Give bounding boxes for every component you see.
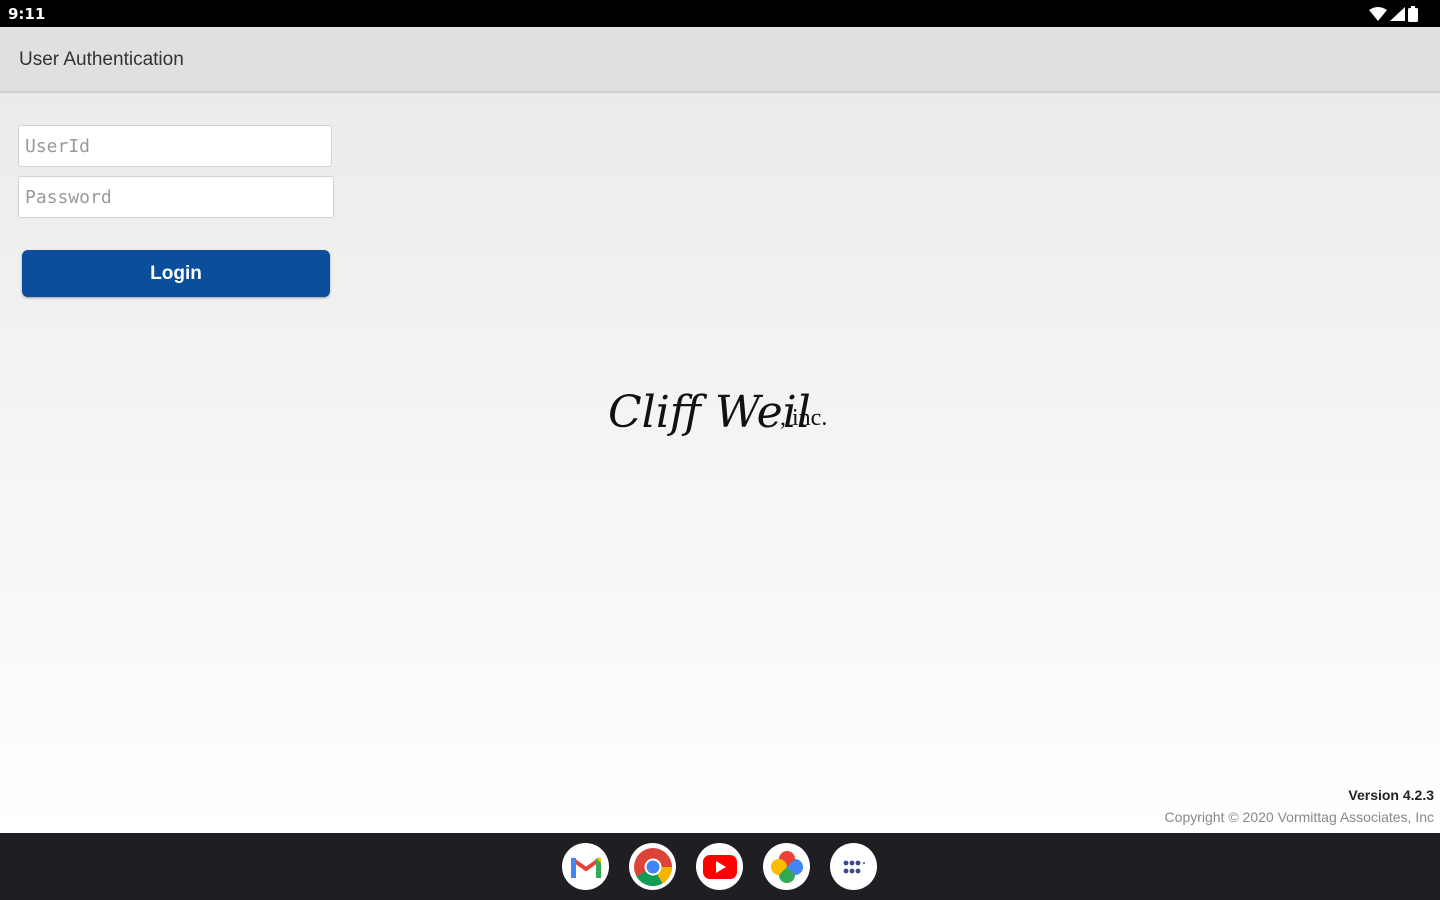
app-dock (562, 843, 877, 890)
userid-input[interactable] (18, 125, 332, 167)
company-logo: Cliff Weil , inc. (608, 387, 827, 438)
login-screen: Login Cliff Weil , inc. Version 4.2.3 Co… (0, 93, 1440, 833)
youtube-glyph (702, 854, 737, 879)
page-title: User Authentication (19, 49, 184, 70)
app-drawer-glyph (843, 860, 865, 873)
youtube-icon[interactable] (696, 843, 743, 890)
version-label: Version 4.2.3 (1348, 787, 1434, 803)
copyright-label: Copyright © 2020 Vormittag Associates, I… (1164, 809, 1434, 825)
app-drawer-icon[interactable] (830, 843, 877, 890)
gmail-glyph (570, 856, 601, 878)
logo-suffix-text: , inc. (780, 405, 827, 431)
chrome-icon[interactable] (629, 843, 676, 890)
taskbar (0, 833, 1440, 900)
status-time: 9:11 (8, 5, 46, 23)
signal-icon (1390, 7, 1405, 21)
chrome-glyph (633, 847, 672, 886)
login-button[interactable]: Login (22, 250, 330, 297)
password-input[interactable] (18, 176, 334, 218)
gmail-icon[interactable] (562, 843, 609, 890)
wifi-icon (1369, 7, 1387, 21)
battery-icon (1408, 6, 1418, 22)
status-icons (1369, 6, 1418, 22)
status-bar: 9:11 (0, 0, 1440, 27)
photos-glyph (770, 850, 803, 883)
app-header: User Authentication (0, 27, 1440, 93)
photos-icon[interactable] (763, 843, 810, 890)
